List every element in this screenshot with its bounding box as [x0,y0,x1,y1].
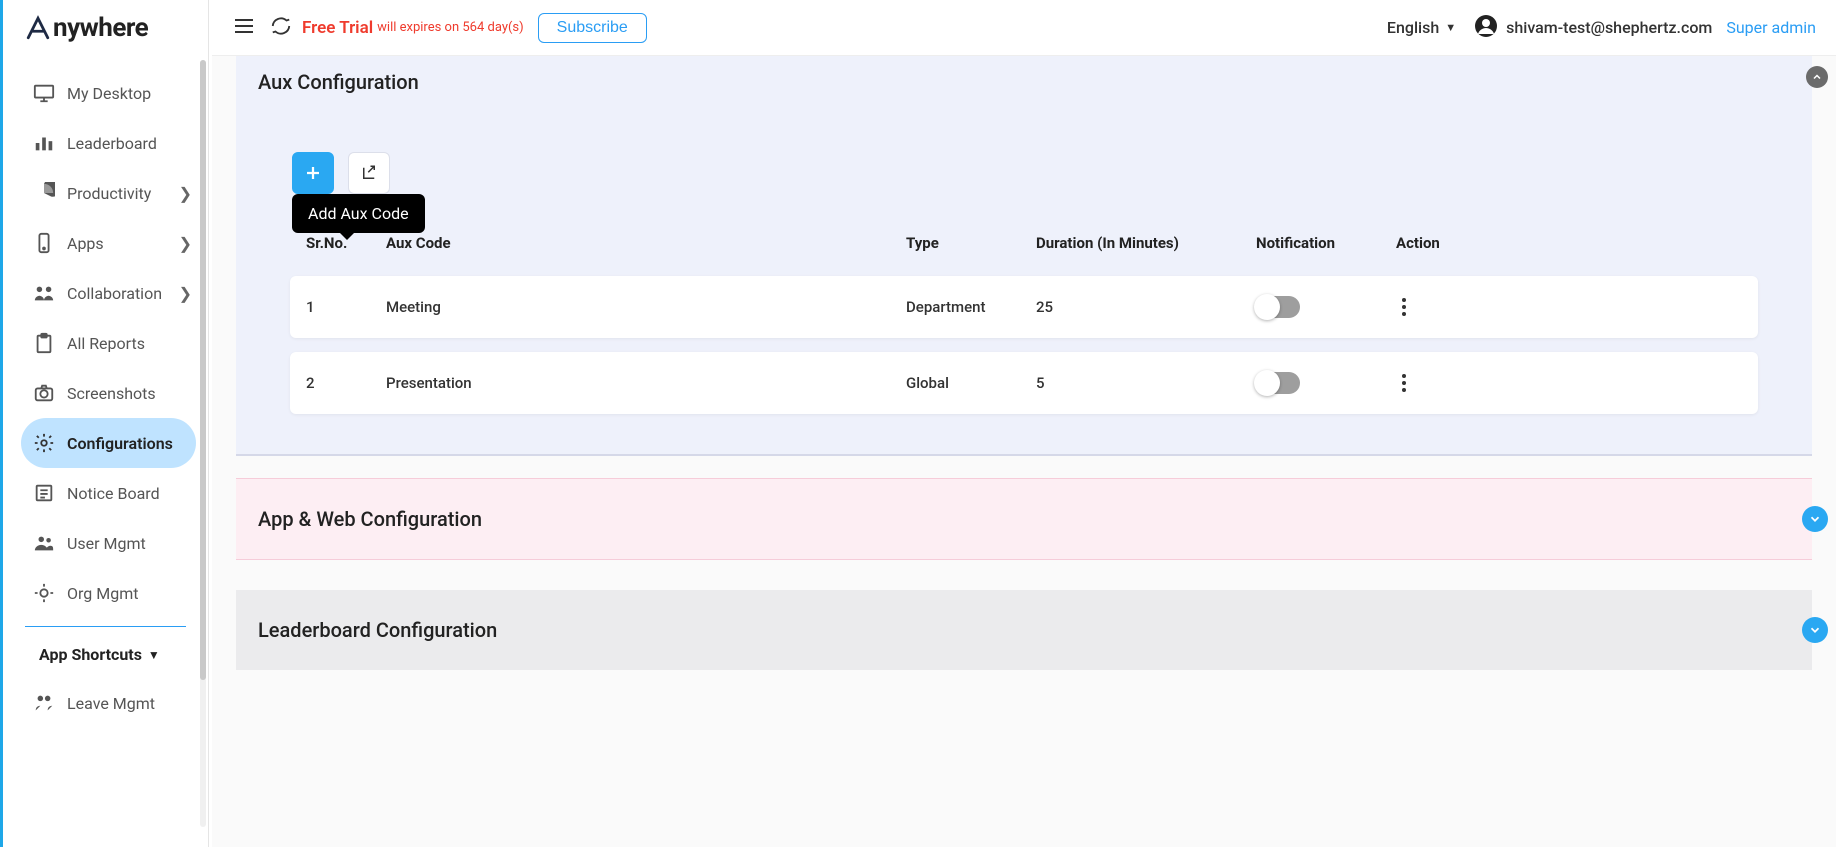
sidebar-item-configurations[interactable]: Configurations [21,418,196,468]
row-action-menu[interactable] [1396,374,1412,392]
org-icon [33,582,55,604]
expand-button[interactable] [1802,506,1828,532]
sidebar-item-leave-mgmt[interactable]: Leave Mgmt [3,678,208,728]
subscribe-button[interactable]: Subscribe [538,13,647,43]
sidebar-item-user-mgmt[interactable]: User Mgmt [3,518,208,568]
phone-icon [33,232,55,254]
user-email: shivam-test@shephertz.com [1506,18,1712,37]
collapse-button[interactable] [1806,66,1828,88]
logo-text: nywhere [53,13,148,43]
cell-code: Meeting [386,298,906,316]
pie-chart-icon [33,182,55,204]
add-aux-code-button[interactable] [292,152,334,194]
col-duration: Duration (In Minutes) [1036,234,1256,252]
sidebar-item-label: User Mgmt [67,534,146,553]
topbar: Free Trial will expires on 564 day(s) Su… [212,0,1836,56]
sidebar-item-label: Leave Mgmt [67,694,155,713]
aux-configuration-panel: Aux Configuration Add Aux Code Sr.No. Au… [236,56,1812,456]
user-menu[interactable]: shivam-test@shephertz.com Super admin [1474,14,1816,42]
leave-icon [33,692,55,714]
users-icon [33,532,55,554]
app-shortcuts-header[interactable]: App Shortcuts ▼ [3,627,208,678]
col-notification: Notification [1256,234,1396,252]
sidebar-item-my-desktop[interactable]: My Desktop [3,68,208,118]
sidebar-item-label: Apps [67,234,104,253]
chevron-right-icon: ❯ [179,284,192,303]
panel-title-leaderboard: Leaderboard Configuration [258,618,1790,642]
notice-board-icon [33,482,55,504]
panel-title-app-web: App & Web Configuration [258,507,1790,531]
desktop-icon [33,82,55,104]
notification-toggle[interactable] [1256,296,1300,318]
sidebar-item-label: Screenshots [67,384,156,403]
chevron-down-icon: ▼ [148,648,160,662]
collaboration-icon [33,282,55,304]
chevron-right-icon: ❯ [179,234,192,253]
user-role: Super admin [1726,18,1816,37]
leaderboard-configuration-panel[interactable]: Leaderboard Configuration [236,590,1812,670]
table-row: 1 Meeting Department 25 [290,276,1758,338]
chevron-right-icon: ❯ [179,184,192,203]
app-web-configuration-panel[interactable]: App & Web Configuration [236,478,1812,560]
main-content: Aux Configuration Add Aux Code Sr.No. Au… [212,56,1836,847]
table-row: 2 Presentation Global 5 [290,352,1758,414]
clipboard-icon [33,332,55,354]
sidebar-item-label: All Reports [67,334,145,353]
cell-code: Presentation [386,374,906,392]
expand-button[interactable] [1802,617,1828,643]
import-button[interactable] [348,152,390,194]
sidebar-item-label: Productivity [67,184,151,203]
logo: nywhere [3,0,208,56]
sidebar-item-org-mgmt[interactable]: Org Mgmt [3,568,208,618]
sidebar-item-leaderboard[interactable]: Leaderboard [3,118,208,168]
sidebar-item-label: My Desktop [67,84,151,103]
row-action-menu[interactable] [1396,298,1412,316]
chevron-down-icon: ▼ [1445,21,1456,34]
free-trial-label: Free Trial [302,18,373,38]
cell-srno: 2 [306,374,386,392]
cell-duration: 5 [1036,374,1256,392]
sidebar: nywhere My Desktop Leaderboard Productiv… [3,0,209,847]
table-header: Sr.No. Aux Code Type Duration (In Minute… [290,224,1758,262]
camera-icon [33,382,55,404]
sidebar-item-notice-board[interactable]: Notice Board [3,468,208,518]
scrollbar-thumb[interactable] [200,60,206,680]
nav-list: My Desktop Leaderboard Productivity ❯ Ap… [3,56,208,728]
sidebar-item-screenshots[interactable]: Screenshots [3,368,208,418]
aux-table: Sr.No. Aux Code Type Duration (In Minute… [258,224,1790,414]
app-shortcuts-label: App Shortcuts [39,645,142,664]
sidebar-item-collaboration[interactable]: Collaboration ❯ [3,268,208,318]
tooltip-add-aux: Add Aux Code [292,194,425,233]
sidebar-item-apps[interactable]: Apps ❯ [3,218,208,268]
sidebar-item-label: Org Mgmt [67,584,138,603]
user-avatar-icon [1474,14,1498,42]
cell-duration: 25 [1036,298,1256,316]
cell-srno: 1 [306,298,386,316]
sidebar-item-label: Configurations [67,434,173,453]
language-selector[interactable]: English ▼ [1387,18,1456,37]
col-aux-code: Aux Code [386,234,906,252]
aux-toolbar: Add Aux Code [292,152,1790,194]
notification-toggle[interactable] [1256,372,1300,394]
sidebar-item-label: Collaboration [67,284,162,303]
menu-button[interactable] [232,14,256,42]
cell-type: Department [906,298,1036,316]
panel-title-aux: Aux Configuration [258,70,1790,94]
logo-icon [25,15,51,41]
sidebar-item-label: Notice Board [67,484,160,503]
col-type: Type [906,234,1036,252]
language-label: English [1387,18,1439,37]
sidebar-item-productivity[interactable]: Productivity ❯ [3,168,208,218]
gear-icon [33,432,55,454]
refresh-button[interactable] [270,15,292,41]
leaderboard-icon [33,132,55,154]
sidebar-item-all-reports[interactable]: All Reports [3,318,208,368]
cell-type: Global [906,374,1036,392]
sidebar-item-label: Leaderboard [67,134,157,153]
trial-expiry: will expires on 564 day(s) [377,20,524,35]
col-action: Action [1396,234,1476,252]
